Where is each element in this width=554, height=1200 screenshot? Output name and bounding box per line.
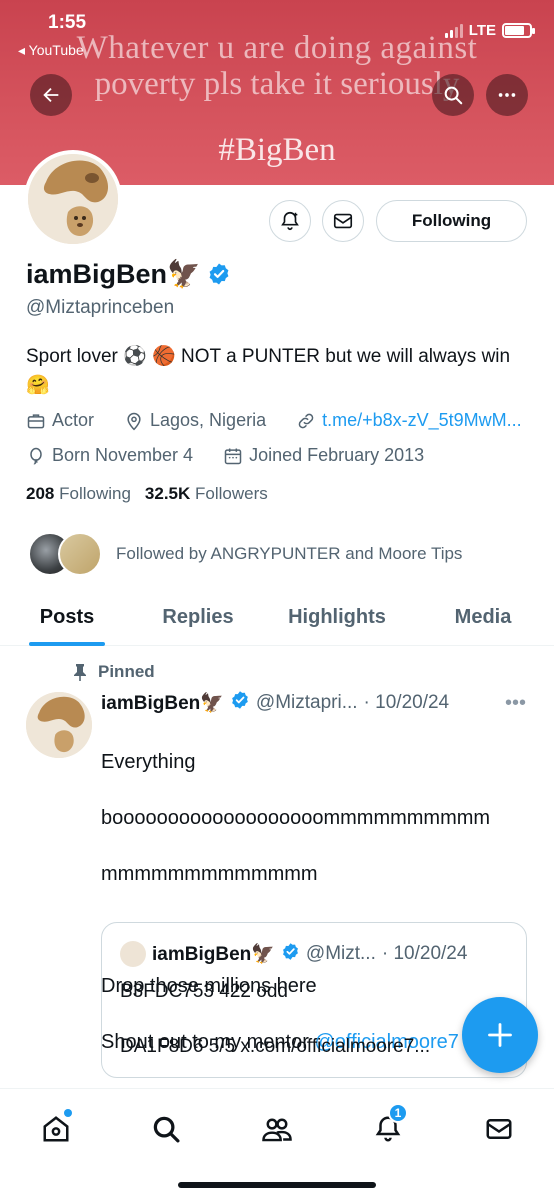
profile-birthday: Born November 4	[52, 445, 194, 465]
post-text-line: Everything	[101, 751, 196, 773]
profile-category: Actor	[52, 410, 95, 430]
nav-messages[interactable]	[479, 1109, 519, 1149]
verified-badge-icon	[230, 690, 250, 716]
profile-website-link[interactable]: t.me/+b8x-zV_5t9MwM...	[322, 410, 522, 431]
quoted-post[interactable]: iamBigBen🦅 @Mizt... · 10/20/24 B3FDC753 …	[101, 922, 527, 1078]
tab-posts[interactable]: Posts	[0, 590, 134, 645]
quoted-avatar	[120, 941, 146, 967]
nav-home[interactable]	[36, 1109, 76, 1149]
tab-media[interactable]: Media	[412, 590, 554, 645]
profile-bio: Sport lover ⚽️ 🏀 NOT a PUNTER but we wil…	[26, 346, 511, 396]
follower-avatar	[58, 532, 102, 576]
home-indicator	[178, 1182, 376, 1188]
location-pin-icon	[127, 412, 141, 430]
notifications-toggle-button[interactable]	[269, 200, 311, 242]
post-author-name[interactable]: iamBigBen🦅	[101, 691, 224, 715]
envelope-icon	[486, 1119, 512, 1139]
profile-display-name: iamBigBen🦅	[26, 258, 231, 290]
arrow-left-icon	[43, 87, 59, 103]
briefcase-icon	[27, 413, 45, 428]
followed-by-row[interactable]: Followed by ANGRYPUNTER and Moore Tips	[28, 532, 462, 576]
battery-icon	[502, 23, 535, 38]
home-icon	[43, 1116, 69, 1142]
envelope-icon	[333, 213, 353, 229]
calendar-icon	[224, 448, 242, 464]
profile-tabs: Posts Replies Highlights Media	[0, 590, 554, 646]
tab-highlights[interactable]: Highlights	[262, 590, 412, 645]
home-unread-dot	[64, 1109, 72, 1117]
post-date[interactable]: · 10/20/24	[364, 692, 450, 714]
verified-badge-icon	[207, 262, 231, 286]
profile-avatar[interactable]	[24, 150, 122, 248]
back-button[interactable]	[30, 74, 72, 116]
follow-counts: 208 Following 32.5K Followers	[26, 484, 268, 504]
quoted-text-line: B3FDC753 422 odd	[120, 981, 288, 1002]
profile-meta-row-1: Actor Lagos, Nigeria t.me/+b8x-zV_5t9MwM…	[26, 410, 522, 431]
post-text-line: booooooooooooooooooommmmmmmmmm	[101, 807, 491, 829]
nav-search[interactable]	[146, 1109, 186, 1149]
balloon-icon	[30, 447, 42, 464]
network-label: LTE	[468, 22, 496, 39]
people-icon	[262, 1118, 292, 1142]
post-text-line: mmmmmmmmmmmmm	[101, 863, 318, 885]
profile-handle: @Miztaprinceben	[26, 297, 175, 318]
pinned-label: Pinned	[98, 662, 155, 681]
followers-count-link[interactable]: 32.5K Followers	[145, 484, 268, 504]
back-to-app-link[interactable]: ◂ YouTube	[18, 42, 84, 59]
lion-avatar-image	[26, 692, 92, 758]
status-time: 1:55	[48, 12, 87, 33]
display-name-text: iamBigBen🦅	[26, 259, 201, 289]
post-more-icon[interactable]: •••	[505, 692, 526, 715]
post-author-handle[interactable]: @Miztapri...	[256, 692, 358, 714]
pinned-indicator: Pinned	[72, 662, 155, 682]
nav-notifications[interactable]: 1	[368, 1103, 408, 1149]
quoted-post-header: iamBigBen🦅 @Mizt... · 10/20/24	[120, 941, 467, 967]
verified-badge-icon	[281, 942, 300, 967]
profile-meta-row-2: Born November 4 Joined February 2013	[26, 445, 424, 466]
more-options-button[interactable]	[486, 74, 528, 116]
following-count-link[interactable]: 208 Following	[26, 484, 131, 504]
more-dots-icon	[498, 93, 516, 97]
quoted-author-name: iamBigBen🦅	[152, 944, 275, 965]
signal-icon	[444, 23, 463, 38]
quoted-post-date: · 10/20/24	[381, 943, 468, 964]
followers-count-label: Followers	[195, 484, 268, 503]
post-header: iamBigBen🦅 @Miztapri... · 10/20/24	[101, 690, 449, 716]
tab-replies[interactable]: Replies	[134, 590, 262, 645]
compose-post-button[interactable]	[462, 997, 538, 1073]
profile-joined-date: Joined February 2013	[249, 445, 425, 465]
plus-icon	[488, 1023, 512, 1047]
following-count-label: Following	[59, 484, 131, 503]
pin-icon	[74, 664, 86, 681]
post-avatar[interactable]	[26, 692, 92, 758]
notification-count-badge: 1	[388, 1103, 408, 1123]
message-button[interactable]	[322, 200, 364, 242]
status-indicators: LTE	[444, 22, 535, 39]
quoted-text-line: DA1F8D6 5/5 x.com/officialmoore7...	[120, 1036, 431, 1057]
profile-location: Lagos, Nigeria	[150, 410, 267, 430]
search-icon	[153, 1116, 180, 1143]
bell-plus-icon	[281, 211, 299, 231]
followers-count: 32.5K	[144, 484, 191, 503]
search-button[interactable]	[432, 74, 474, 116]
lion-avatar-image	[28, 154, 118, 244]
following-button[interactable]: Following	[376, 200, 527, 242]
search-icon	[444, 86, 463, 105]
nav-communities[interactable]	[257, 1109, 297, 1149]
link-icon	[298, 413, 314, 428]
following-count: 208	[26, 484, 55, 503]
followed-by-text: Followed by ANGRYPUNTER and Moore Tips	[116, 544, 463, 563]
quoted-author-handle: @Mizt...	[305, 943, 376, 964]
